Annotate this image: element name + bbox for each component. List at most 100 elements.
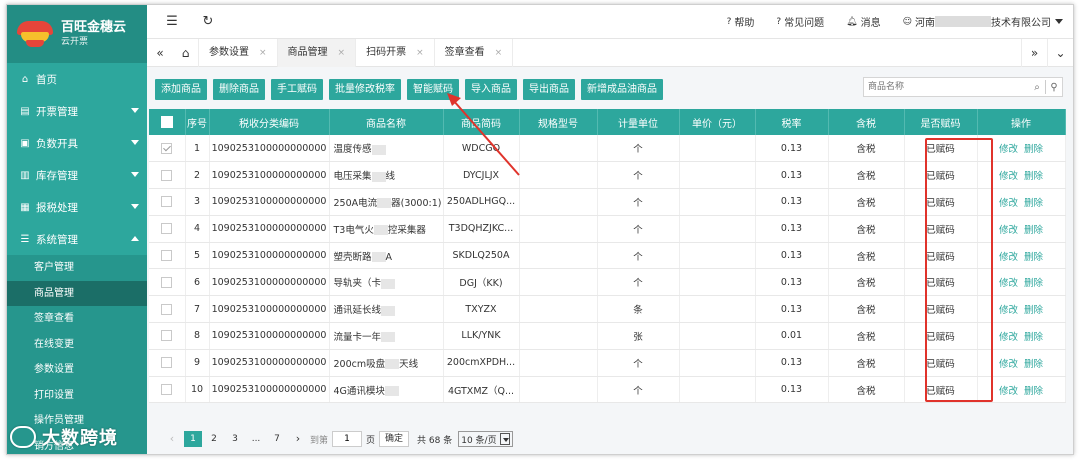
- search-input[interactable]: [864, 78, 1029, 96]
- select-all-checkbox[interactable]: [160, 116, 173, 128]
- next-page-icon[interactable]: ›: [289, 431, 307, 447]
- close-icon[interactable]: ×: [495, 39, 503, 67]
- table-row: 9 1090253100000000000 200cm吸盘 天线 200cmXPDH..…: [149, 349, 1066, 377]
- row-checkbox[interactable]: [161, 196, 173, 208]
- product-short-code: 250ADLHGQ...: [443, 188, 520, 216]
- toolbar-button[interactable]: 添加商品: [155, 78, 207, 100]
- faq-link[interactable]: ? 常见问题: [776, 14, 824, 30]
- help-link[interactable]: ? 帮助: [727, 14, 755, 30]
- edit-link[interactable]: 修改: [999, 198, 1018, 209]
- sidebar-item-1[interactable]: ▤ 开票管理: [7, 95, 147, 127]
- goto-page-input[interactable]: [332, 431, 363, 447]
- toolbar-button[interactable]: 手工赋码: [271, 78, 323, 100]
- sidebar-subitem[interactable]: 签章查看: [7, 306, 147, 332]
- edit-link[interactable]: 修改: [999, 225, 1018, 236]
- sidebar-subitem[interactable]: 参数设置: [7, 357, 147, 383]
- unit: 个: [597, 188, 680, 216]
- tab-item[interactable]: 签章查看 ×: [435, 38, 514, 67]
- row-actions: 修改 删除: [977, 349, 1066, 377]
- goto-confirm-button[interactable]: 确定: [379, 431, 410, 447]
- tab-item[interactable]: 扫码开票 ×: [356, 38, 435, 67]
- tabs-menu-chevron-icon[interactable]: ⌄: [1047, 38, 1073, 67]
- user-menu[interactable]: ☺ 河南 技术有限公司: [903, 14, 1063, 29]
- edit-link[interactable]: 修改: [999, 278, 1018, 289]
- toolbar-button[interactable]: 智能赋码: [407, 78, 459, 100]
- toolbar-button[interactable]: 导出商品: [523, 78, 575, 100]
- tab-label: 扫码开票: [366, 46, 407, 58]
- sidebar-subitem[interactable]: 商品管理: [7, 280, 147, 306]
- page-number[interactable]: 1: [184, 431, 202, 447]
- edit-link[interactable]: 修改: [999, 305, 1018, 316]
- delete-link[interactable]: 删除: [1024, 252, 1043, 263]
- tabs-scroll-right-icon[interactable]: »: [1021, 38, 1047, 67]
- tab-item[interactable]: 参数设置 ×: [199, 38, 278, 67]
- page-size-select[interactable]: 10 条/页: [458, 431, 513, 447]
- refresh-icon[interactable]: ↻: [197, 14, 219, 29]
- delete-link[interactable]: 删除: [1024, 332, 1043, 343]
- close-icon[interactable]: ×: [416, 39, 424, 67]
- delete-link[interactable]: 删除: [1024, 359, 1043, 370]
- close-icon[interactable]: ×: [338, 39, 346, 67]
- tax-rate: 0.13: [755, 268, 829, 297]
- prev-page-icon[interactable]: ‹: [163, 431, 181, 447]
- sidebar-item-4[interactable]: ▦ 报税处理: [7, 191, 147, 223]
- row-checkbox[interactable]: [161, 142, 173, 154]
- table-header: 序号 税收分类编码 商品名称 商品简码 规格型号 计量单位 单价（元） 税率 含税 是否赋码 操作: [149, 109, 1066, 135]
- row-checkbox[interactable]: [161, 223, 173, 235]
- sidebar-item-3[interactable]: ▥ 库存管理: [7, 159, 147, 191]
- edit-link[interactable]: 修改: [999, 359, 1018, 370]
- home-tab-icon[interactable]: ⌂: [173, 38, 199, 67]
- edit-link[interactable]: 修改: [999, 171, 1018, 182]
- page-number[interactable]: 2: [205, 431, 223, 447]
- brand-subtitle: 云开票: [61, 36, 89, 47]
- toolbar-button[interactable]: 删除商品: [213, 78, 265, 100]
- tabs-scroll-left-icon[interactable]: «: [147, 46, 173, 60]
- filter-icon[interactable]: ⚲: [1046, 82, 1062, 93]
- sidebar-subitem[interactable]: 在线变更: [7, 332, 147, 358]
- row-checkbox[interactable]: [161, 384, 173, 396]
- delete-link[interactable]: 删除: [1024, 171, 1043, 182]
- tab-item[interactable]: 商品管理 ×: [277, 38, 357, 67]
- delete-link[interactable]: 删除: [1024, 225, 1043, 236]
- close-icon[interactable]: ×: [259, 39, 267, 67]
- search-icon[interactable]: ⌕: [1029, 82, 1045, 93]
- toolbar-button[interactable]: 批量修改税率: [329, 78, 401, 100]
- row-checkbox[interactable]: [161, 303, 173, 315]
- delete-link[interactable]: 删除: [1024, 144, 1043, 155]
- row-checkbox[interactable]: [161, 330, 173, 342]
- delete-link[interactable]: 删除: [1024, 386, 1043, 397]
- toolbar-button[interactable]: 新增成品油商品: [581, 78, 663, 100]
- edit-link[interactable]: 修改: [999, 332, 1018, 343]
- logo-icon: [15, 17, 55, 51]
- unit-price: [679, 349, 756, 377]
- edit-link[interactable]: 修改: [999, 252, 1018, 263]
- row-checkbox[interactable]: [161, 250, 173, 262]
- coded-status: 已赋码: [904, 268, 978, 297]
- redacted-text: [371, 252, 386, 263]
- sidebar-item-2[interactable]: ▣ 负数开具: [7, 127, 147, 159]
- edit-link[interactable]: 修改: [999, 386, 1018, 397]
- toolbar-button[interactable]: 导入商品: [465, 78, 517, 100]
- row-checkbox[interactable]: [161, 357, 173, 369]
- menu-toggle-icon[interactable]: ☰: [161, 14, 183, 29]
- sidebar-item-0[interactable]: ⌂ 首页: [7, 63, 147, 95]
- row-checkbox[interactable]: [161, 276, 173, 288]
- product-short-code: 4GTXMZ（Q...: [443, 376, 520, 404]
- sidebar-subitem[interactable]: 打印设置: [7, 383, 147, 409]
- coded-status: 已赋码: [904, 322, 978, 350]
- delete-link[interactable]: 删除: [1024, 305, 1043, 316]
- delete-link[interactable]: 删除: [1024, 278, 1043, 289]
- sidebar-subitem[interactable]: 客户管理: [7, 255, 147, 281]
- row-checkbox[interactable]: [161, 169, 173, 181]
- edit-link[interactable]: 修改: [999, 144, 1018, 155]
- sidebar-item-5[interactable]: ☰ 系统管理: [7, 223, 147, 255]
- chevron-down-icon: [131, 172, 139, 177]
- spec-model: [519, 242, 598, 270]
- delete-link[interactable]: 删除: [1024, 198, 1043, 209]
- page-number[interactable]: 7: [268, 431, 286, 447]
- spec-model: [519, 135, 598, 163]
- search-box: ⌕ ⚲: [863, 77, 1063, 97]
- row-number: 9: [185, 349, 210, 377]
- messages-link[interactable]: 🔔︎ 消息: [846, 14, 880, 30]
- page-number[interactable]: 3: [226, 431, 244, 447]
